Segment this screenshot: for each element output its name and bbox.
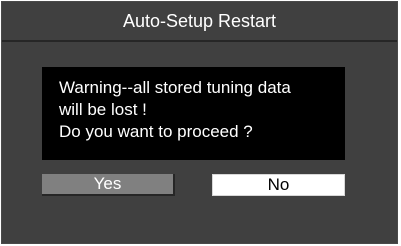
yes-button[interactable]: Yes: [42, 174, 175, 196]
warning-message-line-3: Do you want to proceed ?: [59, 122, 253, 141]
dialog-title: Auto-Setup Restart: [122, 11, 277, 31]
warning-message-line-2: will be lost !: [59, 100, 147, 119]
dialog-title-bar: Auto-Setup Restart: [2, 2, 397, 42]
warning-message-line-1: Warning--all stored tuning data: [59, 78, 291, 97]
auto-setup-restart-dialog: Auto-Setup Restart Warning--all stored t…: [1, 1, 398, 244]
warning-message-box: Warning--all stored tuning data will be …: [42, 67, 345, 160]
no-button[interactable]: No: [212, 174, 345, 196]
